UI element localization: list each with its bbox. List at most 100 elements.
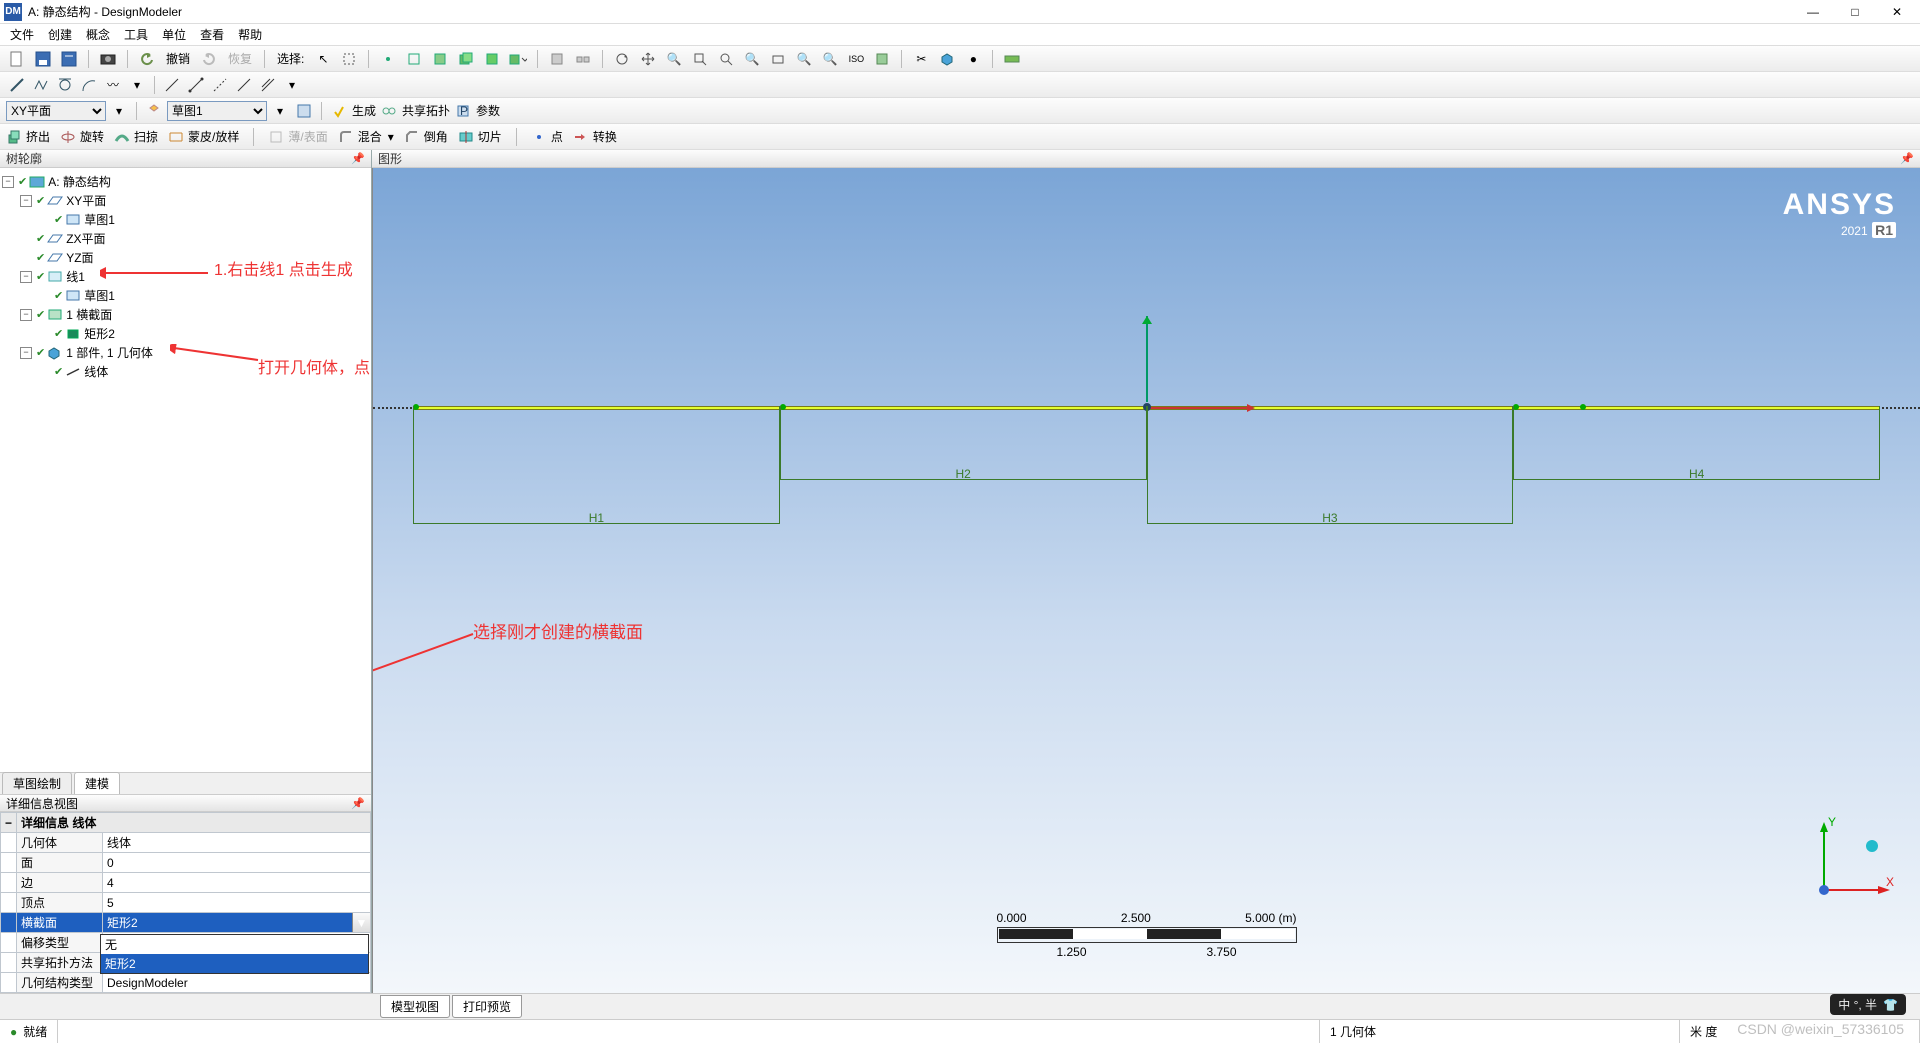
cross-section-dropdown-list[interactable]: 无 矩形2 xyxy=(100,934,369,974)
redo-icon[interactable] xyxy=(198,48,220,70)
menu-view[interactable]: 查看 xyxy=(200,26,224,43)
extrude-button[interactable]: 挤出 xyxy=(6,128,50,145)
expand-toggle[interactable]: − xyxy=(20,347,32,359)
filter-vertex-icon[interactable] xyxy=(377,48,399,70)
line2-tool-icon[interactable] xyxy=(161,74,183,96)
tree-line1[interactable]: 线1 xyxy=(66,268,85,285)
export-icon[interactable] xyxy=(58,48,80,70)
details-group-header[interactable]: 详细信息 线体 xyxy=(17,813,371,833)
share-topo-icon[interactable] xyxy=(378,100,400,122)
pin-icon[interactable]: 📌 xyxy=(351,797,365,810)
close-button[interactable]: ✕ xyxy=(1890,5,1904,19)
filter-dd-icon[interactable] xyxy=(507,48,529,70)
tree-yz-plane[interactable]: YZ面 xyxy=(66,249,93,266)
details-val-cross-section[interactable]: 矩形2▼ xyxy=(103,913,371,933)
sketch-dropdown[interactable]: 草图1 xyxy=(167,101,267,121)
line5-tool-icon[interactable] xyxy=(233,74,255,96)
tree-sketch1b[interactable]: 草图1 xyxy=(84,287,115,304)
convert-button[interactable]: 转换 xyxy=(573,128,617,145)
tab-model-view[interactable]: 模型视图 xyxy=(380,995,450,1018)
plane-dropdown[interactable]: XY平面 xyxy=(6,101,106,121)
extend-sel-icon[interactable] xyxy=(546,48,568,70)
slice-button[interactable]: 切片 xyxy=(458,128,502,145)
revolve-button[interactable]: 旋转 xyxy=(60,128,104,145)
display-body-icon[interactable] xyxy=(936,48,958,70)
menu-units[interactable]: 单位 xyxy=(162,26,186,43)
select-box-icon[interactable] xyxy=(338,48,360,70)
tab-print-preview[interactable]: 打印预览 xyxy=(452,995,522,1018)
expand-toggle[interactable]: − xyxy=(20,195,32,207)
zoom-sel-icon[interactable]: 🔍 xyxy=(741,48,763,70)
sketch-dd-btn-icon[interactable]: ▾ xyxy=(269,100,291,122)
redo-label[interactable]: 恢复 xyxy=(224,50,256,67)
tab-sketch[interactable]: 草图绘制 xyxy=(2,772,72,794)
zoom-fit-icon[interactable] xyxy=(715,48,737,70)
line-dd-icon[interactable]: ▾ xyxy=(126,74,148,96)
tree-xy-plane[interactable]: XY平面 xyxy=(66,192,106,209)
pan-icon[interactable] xyxy=(637,48,659,70)
dropdown-button-icon[interactable]: ▼ xyxy=(352,913,370,932)
details-key-cross-section[interactable]: 横截面 xyxy=(17,913,103,933)
share-topo-button[interactable]: 共享拓扑 xyxy=(402,102,450,119)
views-dd-icon[interactable] xyxy=(871,48,893,70)
chamfer-button[interactable]: 倒角 xyxy=(404,128,448,145)
pin-icon[interactable]: 📌 xyxy=(1900,152,1914,165)
params-button[interactable]: 参数 xyxy=(476,102,500,119)
arc-tool-icon[interactable] xyxy=(78,74,100,96)
zoom-in-icon[interactable]: 🔍 xyxy=(663,48,685,70)
prev-view-icon[interactable]: 🔍 xyxy=(793,48,815,70)
point-button[interactable]: 点 xyxy=(531,128,563,145)
menu-tools[interactable]: 工具 xyxy=(124,26,148,43)
ruler-icon[interactable] xyxy=(1001,48,1023,70)
params-icon[interactable]: P xyxy=(452,100,474,122)
line6-tool-icon[interactable] xyxy=(257,74,279,96)
filter-face-icon[interactable] xyxy=(429,48,451,70)
adjacent-sel-icon[interactable] xyxy=(572,48,594,70)
plane-dd-btn-icon[interactable]: ▾ xyxy=(108,100,130,122)
spline-tool-icon[interactable]: 〰 xyxy=(102,74,124,96)
rotate-icon[interactable] xyxy=(611,48,633,70)
skin-button[interactable]: 蒙皮/放样 xyxy=(168,128,239,145)
thin-button[interactable]: 薄/表面 xyxy=(268,128,327,145)
menu-concept[interactable]: 概念 xyxy=(86,26,110,43)
tree-cross-section[interactable]: 1 横截面 xyxy=(66,306,112,323)
expand-toggle[interactable]: − xyxy=(2,176,14,188)
ime-indicator[interactable]: 中 °, 半👕 xyxy=(1830,994,1906,1015)
pin-icon[interactable]: 📌 xyxy=(351,152,365,165)
details-key-offset[interactable]: 偏移类型 xyxy=(17,933,103,953)
expand-toggle[interactable]: − xyxy=(20,309,32,321)
dropdown-option-none[interactable]: 无 xyxy=(101,935,368,954)
filter-edge-icon[interactable] xyxy=(403,48,425,70)
expand-toggle[interactable]: − xyxy=(20,271,32,283)
tree-zx-plane[interactable]: ZX平面 xyxy=(66,230,105,247)
tree-line-body[interactable]: 线体 xyxy=(84,363,108,380)
tangent-tool-icon[interactable] xyxy=(54,74,76,96)
tree-sketch1a[interactable]: 草图1 xyxy=(84,211,115,228)
menu-help[interactable]: 帮助 xyxy=(238,26,262,43)
minimize-button[interactable]: — xyxy=(1806,5,1820,19)
line3-tool-icon[interactable] xyxy=(185,74,207,96)
tab-model[interactable]: 建模 xyxy=(74,772,120,794)
graphics-viewport[interactable]: ANSYS 2021 R1 H1 H2 H3 H4 xyxy=(372,168,1920,993)
dropdown-option-rect2[interactable]: 矩形2 xyxy=(101,954,368,973)
triad-icon[interactable]: Y X xyxy=(1804,810,1894,913)
generate-button[interactable]: 生成 xyxy=(352,102,376,119)
display-plane-icon[interactable]: ✂ xyxy=(910,48,932,70)
blend-button[interactable]: 混合▾ xyxy=(338,128,394,145)
select-arrow-icon[interactable]: ↖ xyxy=(312,48,334,70)
tree-outline[interactable]: −✔A: 静态结构 −✔XY平面 ✔草图1 ✔ZX平面 ✔YZ面 −✔线1 ✔草… xyxy=(0,168,371,772)
filter-all-icon[interactable] xyxy=(481,48,503,70)
menu-file[interactable]: 文件 xyxy=(10,26,34,43)
maximize-button[interactable]: □ xyxy=(1848,5,1862,19)
zoom-box-icon[interactable] xyxy=(689,48,711,70)
tree-rect2[interactable]: 矩形2 xyxy=(84,325,115,342)
line-dd2-icon[interactable]: ▾ xyxy=(281,74,303,96)
new-icon[interactable] xyxy=(6,48,28,70)
iso-icon[interactable]: ISO xyxy=(845,48,867,70)
tree-parts[interactable]: 1 部件, 1 几何体 xyxy=(66,344,153,361)
line4-tool-icon[interactable] xyxy=(209,74,231,96)
next-view-icon[interactable]: 🔍 xyxy=(819,48,841,70)
details-key-share[interactable]: 共享拓扑方法 xyxy=(17,953,103,973)
new-sketch-icon[interactable] xyxy=(293,100,315,122)
line-tool-icon[interactable] xyxy=(6,74,28,96)
